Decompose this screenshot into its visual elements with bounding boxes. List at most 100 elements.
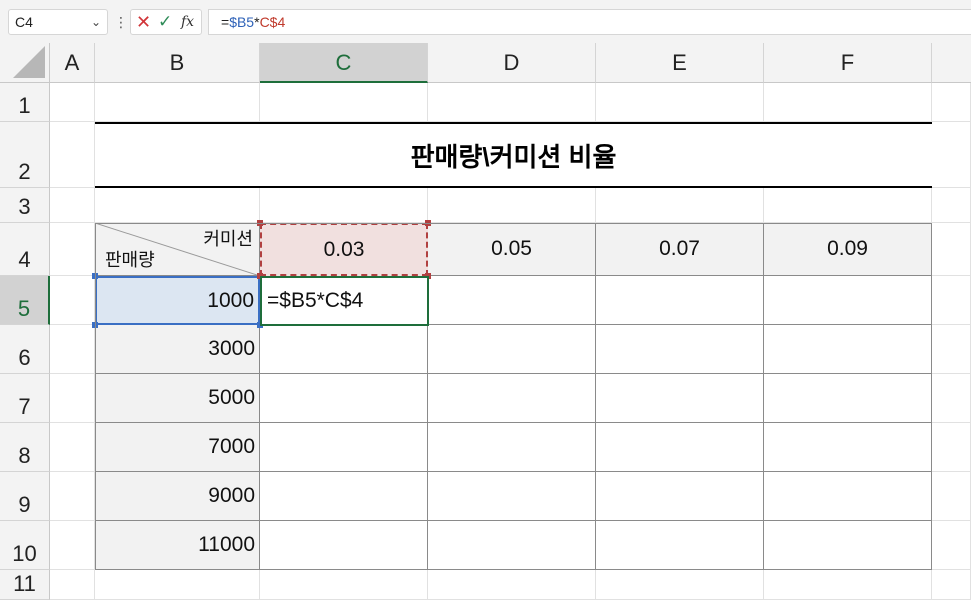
cell-d9[interactable] (428, 472, 596, 521)
cell-c3[interactable] (260, 188, 428, 223)
cell-d5[interactable] (428, 276, 596, 325)
cell-a2[interactable] (50, 122, 95, 188)
cell-f8[interactable] (764, 423, 932, 472)
cell-f1[interactable] (764, 83, 932, 122)
formula-ref-c4: C$4 (259, 14, 286, 30)
formula-prefix: = (221, 14, 230, 30)
cell-a9[interactable] (50, 472, 95, 521)
row-header-5[interactable]: 5 (0, 276, 50, 325)
ref-handle[interactable] (425, 220, 431, 226)
cell-c7[interactable] (260, 374, 428, 423)
sales-cell-b9[interactable]: 9000 (95, 472, 260, 521)
row-header-10[interactable]: 10 (0, 521, 50, 570)
cell-f3[interactable] (764, 188, 932, 223)
ref-handle[interactable] (257, 220, 263, 226)
row-header-7[interactable]: 7 (0, 374, 50, 423)
column-header-c[interactable]: C (260, 43, 428, 83)
row-header-9[interactable]: 9 (0, 472, 50, 521)
cell-a6[interactable] (50, 325, 95, 374)
cell-d10[interactable] (428, 521, 596, 570)
cell-a4[interactable] (50, 223, 95, 276)
cell-d1[interactable] (428, 83, 596, 122)
cell-g2[interactable] (932, 122, 971, 188)
formula-input[interactable]: =$B5*C$4 (208, 9, 971, 35)
cell-c1[interactable] (260, 83, 428, 122)
cell-d3[interactable] (428, 188, 596, 223)
cancel-icon[interactable]: ✕ (136, 10, 151, 34)
cell-a5[interactable] (50, 276, 95, 325)
cell-e3[interactable] (596, 188, 764, 223)
cell-d6[interactable] (428, 325, 596, 374)
row-header-2[interactable]: 2 (0, 122, 50, 188)
cell-e7[interactable] (596, 374, 764, 423)
cell-e5[interactable] (596, 276, 764, 325)
cell-c8[interactable] (260, 423, 428, 472)
cell-e10[interactable] (596, 521, 764, 570)
cell-a3[interactable] (50, 188, 95, 223)
more-options-icon[interactable]: ⋮ (114, 9, 128, 35)
active-cell-editor[interactable]: =$B5*C$4 (260, 276, 429, 326)
cell-f10[interactable] (764, 521, 932, 570)
rate-cell-d4[interactable]: 0.05 (428, 223, 596, 276)
column-header-g[interactable] (932, 43, 971, 83)
cell-d8[interactable] (428, 423, 596, 472)
row-header-3[interactable]: 3 (0, 188, 50, 223)
diag-label-commission: 커미션 (203, 229, 253, 249)
cell-e1[interactable] (596, 83, 764, 122)
cell-g7[interactable] (932, 374, 971, 423)
cell-a7[interactable] (50, 374, 95, 423)
rate-cell-c4[interactable]: 0.03 (260, 223, 428, 276)
cell-g3[interactable] (932, 188, 971, 223)
cell-e9[interactable] (596, 472, 764, 521)
ref-handle[interactable] (92, 273, 98, 279)
cell-e8[interactable] (596, 423, 764, 472)
cell-g5[interactable] (932, 276, 971, 325)
cell-f6[interactable] (764, 325, 932, 374)
cell-g6[interactable] (932, 325, 971, 374)
sales-cell-b10[interactable]: 11000 (95, 521, 260, 570)
sales-cell-b8[interactable]: 7000 (95, 423, 260, 472)
column-header-d[interactable]: D (428, 43, 596, 83)
check-icon[interactable]: ✓ (158, 10, 172, 34)
select-all-button[interactable] (0, 43, 50, 83)
cell-c10[interactable] (260, 521, 428, 570)
cell-d7[interactable] (428, 374, 596, 423)
cell-e6[interactable] (596, 325, 764, 374)
cell-g9[interactable] (932, 472, 971, 521)
cell-a10[interactable] (50, 521, 95, 570)
cell-b3[interactable] (95, 188, 260, 223)
cell-a8[interactable] (50, 423, 95, 472)
cell-c6[interactable] (260, 325, 428, 374)
column-header-f[interactable]: F (764, 43, 932, 83)
diagonal-header-cell[interactable]: 커미션 판매량 (95, 223, 260, 276)
cell-g8[interactable] (932, 423, 971, 472)
cell-f9[interactable] (764, 472, 932, 521)
cell-a1[interactable] (50, 83, 95, 122)
ref-handle[interactable] (92, 322, 98, 328)
cell-f7[interactable] (764, 374, 932, 423)
sheet-title[interactable]: 판매량\커미션 비율 (95, 122, 932, 188)
name-box[interactable]: C4 ⌄ (8, 9, 108, 35)
cell-g10[interactable] (932, 521, 971, 570)
row-header-6[interactable]: 6 (0, 325, 50, 374)
chevron-down-icon[interactable]: ⌄ (91, 10, 101, 34)
cell-g1[interactable] (932, 83, 971, 122)
rate-cell-f4[interactable]: 0.09 (764, 223, 932, 276)
cell-f5[interactable] (764, 276, 932, 325)
rate-cell-e4[interactable]: 0.07 (596, 223, 764, 276)
formula-buttons: ✕ ✓ fx (130, 9, 202, 35)
row-header-4[interactable]: 4 (0, 223, 50, 276)
sales-cell-b6[interactable]: 3000 (95, 325, 260, 374)
sales-cell-b5[interactable]: 1000 (95, 276, 260, 325)
cell-b1[interactable] (95, 83, 260, 122)
diag-label-sales: 판매량 (105, 250, 155, 270)
cell-c9[interactable] (260, 472, 428, 521)
column-header-a[interactable]: A (50, 43, 95, 83)
row-header-8[interactable]: 8 (0, 423, 50, 472)
column-header-b[interactable]: B (95, 43, 260, 83)
insert-function-icon[interactable]: fx (181, 10, 194, 34)
column-header-e[interactable]: E (596, 43, 764, 83)
sales-cell-b7[interactable]: 5000 (95, 374, 260, 423)
row-header-1[interactable]: 1 (0, 83, 50, 122)
cell-g4[interactable] (932, 223, 971, 276)
